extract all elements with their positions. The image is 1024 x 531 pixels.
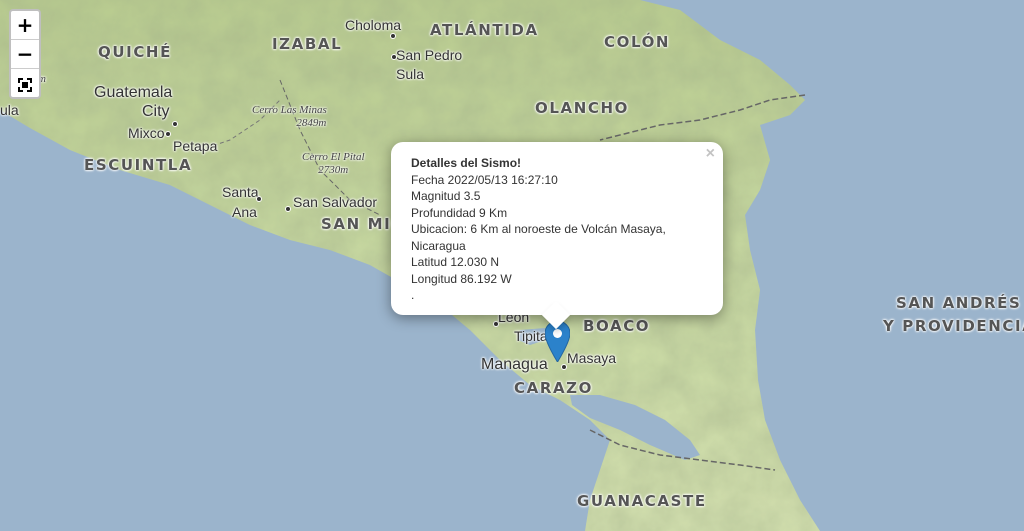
earthquake-popup: × Detalles del Sismo! Fecha 2022/05/13 1… xyxy=(391,142,723,330)
popup-title: Detalles del Sismo! xyxy=(411,156,522,170)
popup-date: Fecha 2022/05/13 16:27:10 xyxy=(411,172,558,187)
region-label: GUANACASTE xyxy=(577,492,707,510)
city-label: Tipita xyxy=(514,328,548,344)
region-label: Y PROVIDENCIA xyxy=(883,317,1024,335)
zoom-in-button[interactable]: + xyxy=(11,11,39,40)
region-label: ATLÁNTIDA xyxy=(430,21,539,39)
city-label: Managua xyxy=(481,356,548,373)
region-label: SAN ANDRÉS xyxy=(896,294,1022,312)
popup-latitude: Latitud 12.030 N xyxy=(411,255,500,269)
map-container[interactable]: QUICHÉ IZABAL ATLÁNTIDA COLÓN Choloma Sa… xyxy=(0,0,1024,531)
region-label: CARAZO xyxy=(514,379,594,397)
city-label: Guatemala xyxy=(94,84,173,101)
region-label: COLÓN xyxy=(604,33,671,51)
city-label: Ana xyxy=(232,204,257,220)
city-label: Mixco xyxy=(128,125,165,141)
zoom-out-button[interactable]: − xyxy=(11,40,39,69)
popup-location: Ubicacion: 6 Km al noroeste de Volcán Ma… xyxy=(411,222,666,236)
city-dot xyxy=(172,121,178,127)
city-dot xyxy=(165,131,171,137)
fullscreen-icon xyxy=(18,77,32,92)
city-label: Santa xyxy=(222,184,259,200)
zoom-control: + − xyxy=(9,9,41,99)
popup-location-country: Nicaragua xyxy=(411,238,466,253)
peak-label: Cerro El Pital 2730m xyxy=(302,151,365,176)
city-label: Choloma xyxy=(345,17,402,33)
city-label: San Salvador xyxy=(293,194,378,210)
region-label: BOACO xyxy=(583,317,651,335)
city-label: Petapa xyxy=(173,138,218,154)
peak-label: Cerro Las Minas 2849m xyxy=(252,104,327,129)
city-dot xyxy=(390,33,396,39)
city-dot xyxy=(493,321,499,327)
city-label: Masaya xyxy=(567,350,617,366)
popup-depth: Profundidad 9 Km xyxy=(411,205,508,220)
popup-close-button[interactable]: × xyxy=(706,145,715,163)
region-label: OLANCHO xyxy=(535,99,629,117)
region-label: ESCUINTLA xyxy=(84,156,193,174)
city-dot xyxy=(391,54,397,60)
popup-magnitude: Magnitud 3.5 xyxy=(411,189,481,203)
city-dot xyxy=(285,206,291,212)
popup-longitude: Longitud 86.192 W xyxy=(411,271,512,286)
city-dot xyxy=(256,196,262,202)
city-label: City xyxy=(142,103,170,120)
city-label: ula xyxy=(0,102,19,118)
region-label: IZABAL xyxy=(272,35,343,53)
city-label: San Pedro xyxy=(396,47,463,63)
region-label: QUICHÉ xyxy=(98,43,172,61)
fullscreen-button[interactable] xyxy=(11,69,39,97)
popup-extra: . xyxy=(411,288,415,302)
city-label: Sula xyxy=(396,66,425,82)
